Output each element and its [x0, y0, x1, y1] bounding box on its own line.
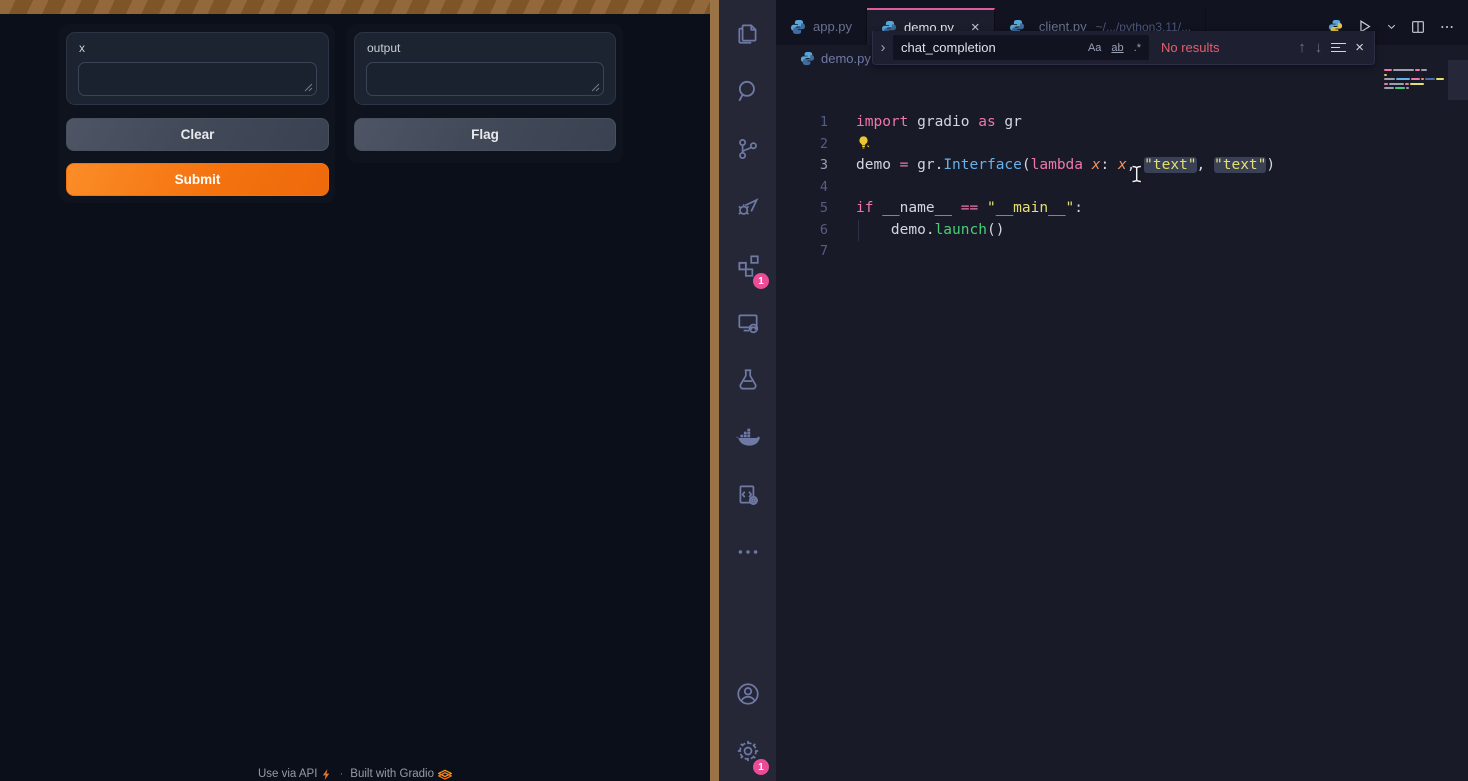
code-line-7[interactable]: 7	[776, 241, 1468, 263]
more-actions-icon[interactable]	[1439, 19, 1455, 35]
flag-button[interactable]: Flag	[354, 118, 616, 151]
api-lightning-icon	[321, 769, 332, 780]
line-number: 5	[776, 198, 828, 220]
find-query-text[interactable]: chat_completion	[901, 40, 1082, 55]
testing-icon[interactable]	[719, 356, 776, 404]
input-label: x	[79, 41, 85, 55]
output-label: output	[367, 41, 400, 55]
python-icon	[800, 51, 815, 66]
line-number: 6	[776, 220, 828, 242]
next-match-icon[interactable]: ↓	[1315, 39, 1323, 56]
line-number: 2	[776, 134, 828, 156]
dev-containers-icon[interactable]	[719, 471, 776, 519]
output-block: output	[354, 32, 616, 105]
line-number: 3	[776, 155, 828, 177]
submit-button[interactable]: Submit	[66, 163, 329, 196]
lightbulb-code-action-icon[interactable]	[856, 135, 872, 151]
code-editor[interactable]: 1import gradio as gr23demo = gr.Interfac…	[776, 112, 1468, 263]
editor-group: app.py demo.py × _client.py ~/.../python…	[776, 0, 1468, 781]
find-in-selection-icon[interactable]	[1331, 40, 1346, 55]
more-views-icon[interactable]	[719, 528, 776, 576]
source-control-icon[interactable]	[719, 125, 776, 173]
previous-match-icon[interactable]: ↑	[1298, 39, 1306, 56]
code-line-3[interactable]: 3demo = gr.Interface(lambda x: x, "text"…	[776, 155, 1468, 177]
gradio-logo-icon	[438, 769, 452, 780]
match-case-icon[interactable]: Aa	[1084, 40, 1105, 56]
tab-label: app.py	[813, 19, 852, 34]
find-results-status: No results	[1161, 40, 1220, 55]
code-line-6[interactable]: 6 demo.launch()	[776, 220, 1468, 242]
docker-icon[interactable]	[719, 414, 776, 462]
clear-button[interactable]: Clear	[66, 118, 329, 151]
built-with-gradio-link[interactable]: Built with Gradio	[350, 768, 452, 780]
code-line-4[interactable]: 4	[776, 177, 1468, 199]
search-icon[interactable]	[719, 67, 776, 115]
input-block: x	[66, 32, 329, 105]
gradio-loading-bar	[0, 0, 710, 14]
breadcrumb-file[interactable]: demo.py	[821, 51, 871, 66]
toggle-replace-chevron-icon[interactable]: ›	[873, 39, 893, 56]
code-line-1[interactable]: 1import gradio as gr	[776, 112, 1468, 134]
close-find-icon[interactable]: ×	[1355, 39, 1364, 56]
vscode-window: 1 1 app.py	[719, 0, 1468, 781]
settings-gear-icon[interactable]: 1	[719, 727, 776, 775]
window-edge-strip	[710, 0, 719, 781]
regex-icon[interactable]: .*	[1130, 40, 1145, 56]
code-line-2[interactable]: 2	[776, 134, 1468, 156]
python-icon	[790, 19, 806, 35]
gradio-footer: Use via API · Built with Gradio	[0, 768, 710, 780]
line-number: 4	[776, 177, 828, 199]
line-number: 7	[776, 241, 828, 263]
split-editor-icon[interactable]	[1410, 19, 1426, 35]
extensions-icon[interactable]: 1	[719, 241, 776, 289]
use-via-api-link[interactable]: Use via API	[258, 768, 332, 780]
run-debug-icon[interactable]	[719, 183, 776, 231]
minimap[interactable]	[1384, 69, 1444, 92]
run-dropdown-icon[interactable]	[1386, 21, 1397, 32]
resize-handle-icon[interactable]	[591, 83, 600, 92]
output-textarea[interactable]	[366, 62, 604, 96]
tab-app-py[interactable]: app.py	[776, 8, 867, 45]
remote-explorer-icon[interactable]	[719, 299, 776, 347]
resize-handle-icon[interactable]	[304, 83, 313, 92]
activity-bar: 1 1	[719, 0, 776, 781]
find-nav: ↑ ↓ ×	[1298, 39, 1374, 56]
whole-word-icon[interactable]: ab	[1107, 40, 1127, 56]
find-input[interactable]: chat_completion Aa ab .*	[893, 35, 1149, 60]
scrollbar[interactable]	[1448, 60, 1468, 100]
line-number: 1	[776, 112, 828, 134]
extensions-badge: 1	[753, 273, 769, 289]
input-textarea[interactable]	[78, 62, 317, 96]
explorer-icon[interactable]	[719, 9, 776, 57]
find-widget: › chat_completion Aa ab .* No results ↑ …	[872, 31, 1375, 65]
footer-separator: ·	[339, 768, 343, 780]
gradio-app-pane: x output Clear Flag Submit Use via API ·…	[0, 0, 710, 781]
settings-badge: 1	[753, 759, 769, 775]
code-line-5[interactable]: 5if __name__ == "__main__":	[776, 198, 1468, 220]
account-icon[interactable]	[719, 670, 776, 718]
